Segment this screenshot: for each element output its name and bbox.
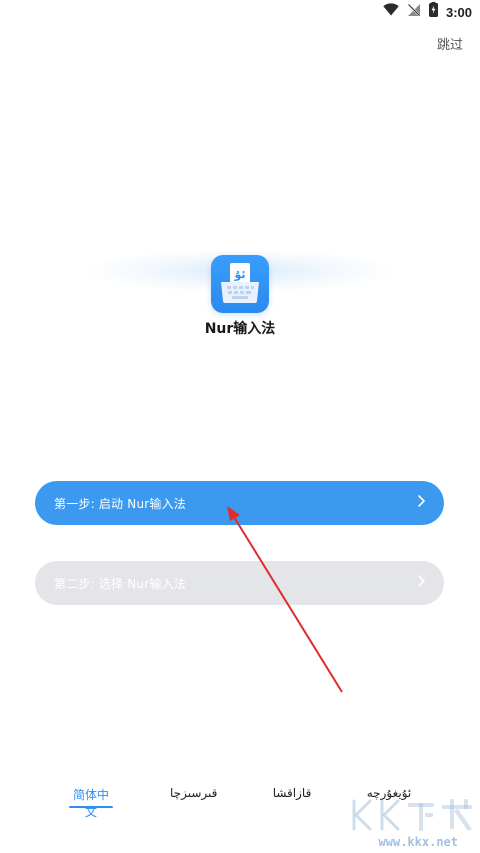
lang-tab-label: 简体中文 [72, 788, 109, 819]
logo-text: ئۇ [233, 268, 245, 281]
chevron-right-icon [414, 574, 428, 593]
status-bar: 3:00 [0, 0, 480, 24]
no-signal-icon [407, 3, 421, 22]
step-1-button[interactable]: 第一步: 启动 Nur输入法 [35, 481, 444, 525]
lang-tab-chinese[interactable]: 简体中文 [69, 786, 113, 820]
watermark-url: www.kkx.net [378, 835, 458, 849]
battery-icon [428, 2, 438, 22]
screen: 3:00 跳过 ئۇ Nur输入法 第一步: 启动 Nur输入法 第二步: 选择… [0, 0, 480, 853]
step-1-label: 第一步: 启动 Nur输入法 [54, 496, 186, 511]
status-icons: 3:00 [383, 2, 472, 22]
wifi-icon [383, 3, 399, 21]
lang-tab-kazakh[interactable]: قازاقشا [272, 786, 312, 800]
lang-tab-kyrgyz[interactable]: قىرسىزچا [170, 786, 218, 800]
active-tab-indicator [69, 806, 113, 808]
app-logo: ئۇ [211, 255, 269, 313]
skip-button[interactable]: 跳过 [437, 34, 463, 53]
lang-tab-label: قىرسىزچا [170, 786, 218, 800]
chevron-right-icon [414, 494, 428, 513]
lang-tab-label: قازاقشا [272, 786, 312, 800]
status-time: 3:00 [445, 4, 472, 20]
app-name: Nur输入法 [204, 321, 276, 337]
keyboard-logo-icon: ئۇ [221, 263, 259, 303]
red-arrow-annotation [227, 506, 343, 693]
step-2-label: 第二步: 选择 Nur输入法 [54, 576, 186, 591]
step-2-button[interactable]: 第二步: 选择 Nur输入法 [35, 561, 444, 605]
